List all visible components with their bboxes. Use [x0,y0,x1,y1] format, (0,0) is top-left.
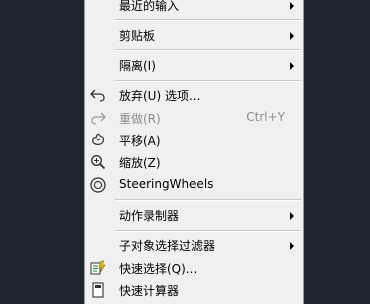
menu-item-undo[interactable]: 放弃(U) 选项... [85,84,303,106]
submenu-arrow-icon [290,212,294,220]
menu-separator [115,19,301,21]
menu-item-label: 隔离(I) [119,59,156,73]
menu-separator [115,49,301,51]
shortcut-label: Ctrl+Y [246,110,285,124]
menu-item-quick-select[interactable]: 快速选择(Q)... [85,257,303,279]
menu-separator [115,199,301,201]
undo-icon [90,89,105,102]
calculator-icon [92,282,104,298]
redo-icon [91,112,106,125]
menu-item-redo[interactable]: 重做(R) Ctrl+Y [85,107,303,129]
menu-item-action-recorder[interactable]: 动作录制器 [85,204,303,226]
menu-item-label: 平移(A) [119,134,161,148]
menu-item-label: 最近的输入 [119,0,180,13]
submenu-arrow-icon [290,242,294,250]
menu-item-steeringwheels[interactable]: SteeringWheels [85,174,303,196]
menu-item-label: 快速计算器 [119,284,180,298]
menu-separator [115,230,301,232]
menu-item-label: SteeringWheels [119,177,214,191]
quick-select-icon [90,260,106,275]
submenu-arrow-icon [290,32,294,40]
menu-item-label: 动作录制器 [119,209,180,223]
menu-item-clipboard[interactable]: 剪贴板 [85,24,303,46]
menu-item-pan[interactable]: 平移(A) [85,129,303,151]
menu-item-label: 子对象选择过滤器 [119,239,216,253]
menu-item-subobject-filter[interactable]: 子对象选择过滤器 [85,234,303,256]
menu-item-zoom[interactable]: 缩放(Z) [85,151,303,173]
menu-item-quick-calc[interactable]: 快速计算器 [85,279,303,301]
menu-item-label: 剪贴板 [119,29,156,43]
pan-hand-icon [92,133,105,145]
zoom-magnifier-icon [91,155,106,170]
submenu-arrow-icon [290,62,294,70]
submenu-arrow-icon [290,2,294,10]
menu-item-isolate[interactable]: 隔离(I) [85,54,303,76]
context-menu: 最近的输入 剪贴板 隔离(I) 放弃(U) 选项... 重做(R) Ctrl+Y… [84,0,304,304]
menu-item-label: 缩放(Z) [119,156,161,170]
steering-wheel-icon [90,177,106,193]
menu-item-label: 快速选择(Q)... [119,262,198,276]
menu-item-label: 放弃(U) 选项... [119,89,201,103]
menu-item-recent-input[interactable]: 最近的输入 [85,0,303,16]
menu-separator [115,80,301,82]
menu-item-label: 重做(R) [119,112,161,126]
